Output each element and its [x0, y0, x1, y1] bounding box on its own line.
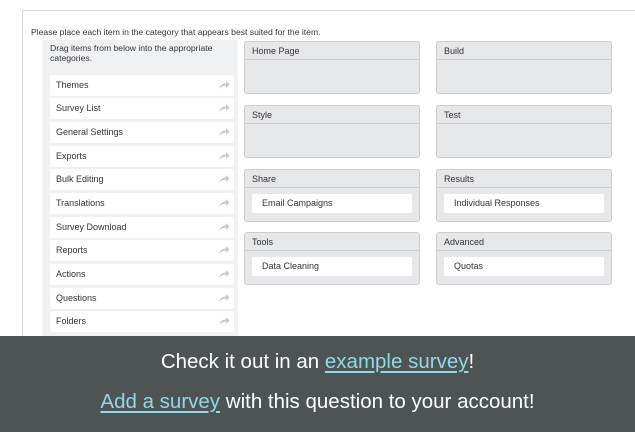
drag-item-translations[interactable]: Translations [50, 193, 234, 214]
drag-item-label: General Settings [56, 127, 124, 137]
divider [437, 187, 611, 188]
placed-item-label: Email Campaigns [262, 198, 333, 208]
drag-item-label: Exports [56, 151, 87, 161]
add-survey-link[interactable]: Add a survey [100, 390, 220, 413]
placed-item-label: Individual Responses [454, 198, 540, 208]
placed-item-label: Data Cleaning [262, 261, 320, 271]
share-arrow-icon [219, 128, 230, 136]
promo-banner: Check it out in an example survey! Add a… [0, 336, 635, 432]
divider [437, 123, 611, 124]
drag-item-label: Themes [56, 80, 89, 90]
category-test[interactable]: Test [436, 105, 612, 158]
share-arrow-icon [219, 317, 230, 325]
drag-item-label: Bulk Editing [56, 174, 104, 184]
category-results[interactable]: Results Individual Responses [436, 169, 612, 222]
share-arrow-icon [219, 175, 230, 183]
drag-item-label: Folders [56, 316, 87, 326]
category-share[interactable]: Share Email Campaigns [244, 169, 420, 222]
divider [245, 59, 419, 60]
drag-item-reports[interactable]: Reports [50, 240, 234, 261]
drag-item-label: Reports [56, 245, 88, 255]
divider [245, 250, 419, 251]
banner-text: with this question to your account! [220, 390, 535, 413]
share-arrow-icon [219, 223, 230, 231]
drag-item-actions[interactable]: Actions [50, 264, 234, 285]
drag-item-survey-list[interactable]: Survey List [50, 98, 234, 119]
share-arrow-icon [219, 270, 230, 278]
drag-item-exports[interactable]: Exports [50, 146, 234, 167]
drag-item-label: Actions [56, 269, 86, 279]
category-home-page[interactable]: Home Page [244, 41, 420, 94]
placed-item-email-campaigns[interactable]: Email Campaigns [252, 194, 412, 213]
banner-text: ! [468, 350, 475, 373]
share-arrow-icon [219, 104, 230, 112]
placed-item-label: Quotas [454, 261, 484, 271]
drag-item-label: Questions [56, 293, 97, 303]
share-arrow-icon [219, 81, 230, 89]
drag-item-survey-download[interactable]: Survey Download [50, 217, 234, 238]
banner-line-add: Add a survey with this question to your … [0, 390, 635, 414]
drag-item-themes[interactable]: Themes [50, 75, 234, 96]
category-title: Tools [252, 237, 274, 247]
divider [245, 187, 419, 188]
category-title: Test [444, 110, 461, 120]
category-title: Style [252, 110, 273, 120]
category-title: Share [252, 174, 277, 184]
placed-item-data-cleaning[interactable]: Data Cleaning [252, 257, 412, 276]
category-title: Results [444, 174, 475, 184]
category-style[interactable]: Style [244, 105, 420, 158]
banner-text: Check it out in an [160, 350, 325, 373]
drag-item-label: Translations [56, 198, 105, 208]
category-title: Advanced [444, 237, 485, 247]
drag-item-folders[interactable]: Folders [50, 311, 234, 332]
drag-item-label: Survey List [56, 103, 101, 113]
share-arrow-icon [219, 152, 230, 160]
divider [245, 123, 419, 124]
divider [437, 59, 611, 60]
banner-line-example: Check it out in an example survey! [0, 350, 635, 374]
drag-item-general-settings[interactable]: General Settings [50, 122, 234, 143]
category-title: Build [444, 46, 465, 56]
category-build[interactable]: Build [436, 41, 612, 94]
divider [437, 250, 611, 251]
share-arrow-icon [219, 246, 230, 254]
drag-item-questions[interactable]: Questions [50, 288, 234, 309]
share-arrow-icon [219, 294, 230, 302]
category-tools[interactable]: Tools Data Cleaning [244, 232, 420, 285]
placed-item-individual-responses[interactable]: Individual Responses [444, 194, 604, 213]
category-advanced[interactable]: Advanced Quotas [436, 232, 612, 285]
question-instruction: Please place each item in the category t… [31, 27, 321, 37]
category-title: Home Page [252, 46, 300, 56]
drag-item-label: Survey Download [56, 222, 127, 232]
drag-item-bulk-editing[interactable]: Bulk Editing [50, 169, 234, 190]
example-survey-link[interactable]: example survey [325, 350, 469, 373]
share-arrow-icon [219, 199, 230, 207]
source-instruction: Drag items from below into the appropria… [50, 43, 213, 63]
placed-item-quotas[interactable]: Quotas [444, 257, 604, 276]
